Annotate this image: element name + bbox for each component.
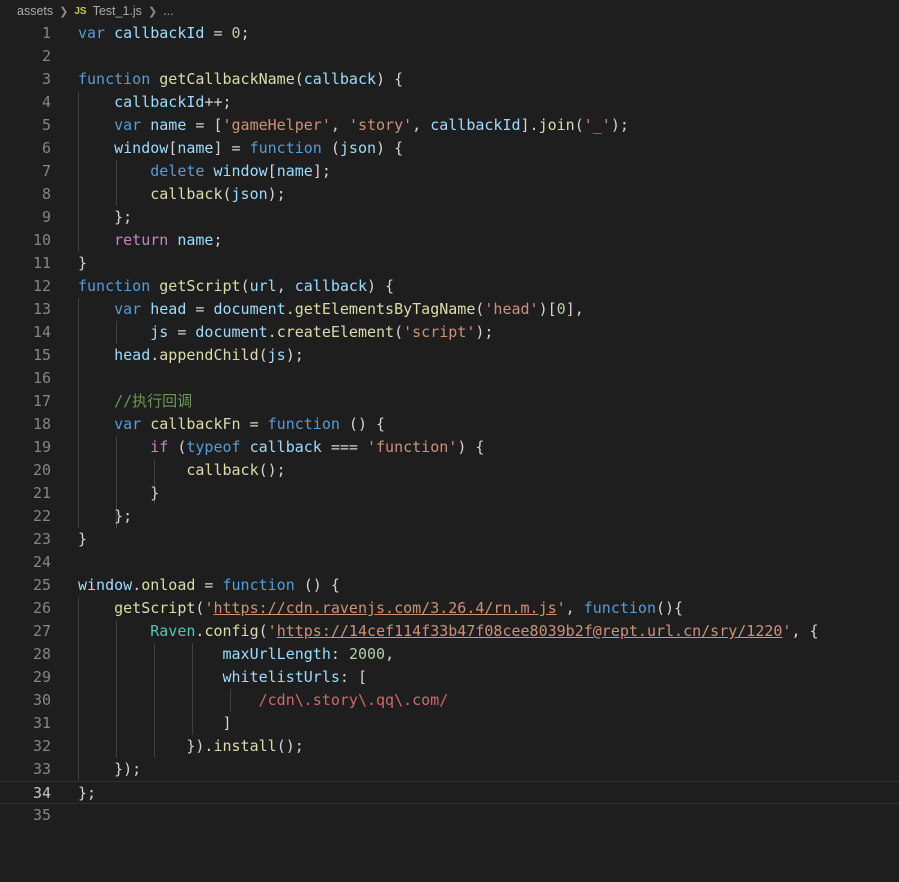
- line-number: 2: [41, 47, 51, 65]
- line-number: 35: [32, 806, 51, 824]
- line-number: 22: [32, 507, 51, 525]
- line-number: 27: [32, 622, 51, 640]
- line-number: 28: [32, 645, 51, 663]
- line-number: 6: [41, 139, 51, 157]
- line-number: 7: [41, 162, 51, 180]
- code-line[interactable]: 6 window[name] = function (json) {: [0, 137, 899, 160]
- breadcrumb-more[interactable]: ...: [163, 4, 173, 18]
- chevron-right-icon: ❯: [147, 5, 158, 18]
- code-line[interactable]: 4 callbackId++;: [0, 91, 899, 114]
- code-editor[interactable]: 1 var callbackId = 0; 2 3 function getCall…: [0, 22, 899, 882]
- code-line[interactable]: 14 js = document.createElement('script')…: [0, 321, 899, 344]
- line-number: 12: [32, 277, 51, 295]
- code-line[interactable]: 2: [0, 45, 899, 68]
- code-line[interactable]: 32 }).install();: [0, 735, 899, 758]
- code-line[interactable]: 16: [0, 367, 899, 390]
- code-line[interactable]: 26 getScript('https://cdn.ravenjs.com/3.…: [0, 597, 899, 620]
- line-number: 5: [41, 116, 51, 134]
- line-number: 30: [32, 691, 51, 709]
- line-number: 14: [32, 323, 51, 341]
- line-number: 1: [41, 24, 51, 42]
- line-number: 18: [32, 415, 51, 433]
- line-number: 11: [32, 254, 51, 272]
- code-line[interactable]: 19 if (typeof callback === 'function') {: [0, 436, 899, 459]
- line-number: 4: [41, 93, 51, 111]
- code-line[interactable]: 9 };: [0, 206, 899, 229]
- code-line[interactable]: 5 var name = ['gameHelper', 'story', cal…: [0, 114, 899, 137]
- line-number: 8: [41, 185, 51, 203]
- code-line[interactable]: 29 whitelistUrls: [: [0, 666, 899, 689]
- code-line[interactable]: 20 callback();: [0, 459, 899, 482]
- line-number: 32: [32, 737, 51, 755]
- line-number: 24: [32, 553, 51, 571]
- code-line-current[interactable]: 34};: [0, 781, 899, 804]
- code-line[interactable]: 3 function getCallbackName(callback) {: [0, 68, 899, 91]
- code-line[interactable]: 7 delete window[name];: [0, 160, 899, 183]
- code-line[interactable]: 8 callback(json);: [0, 183, 899, 206]
- breadcrumb-folder[interactable]: assets: [17, 4, 53, 18]
- breadcrumb-file[interactable]: Test_1.js: [93, 4, 142, 18]
- code-line[interactable]: 33 });: [0, 758, 899, 781]
- chevron-right-icon: ❯: [59, 5, 69, 18]
- code-line[interactable]: 1 var callbackId = 0;: [0, 22, 899, 45]
- code-line[interactable]: 23}: [0, 528, 899, 551]
- code-line[interactable]: 17 //执行回调: [0, 390, 899, 413]
- javascript-file-icon: JS: [74, 5, 87, 17]
- line-number: 29: [32, 668, 51, 686]
- code-line[interactable]: 15 head.appendChild(js);: [0, 344, 899, 367]
- code-line[interactable]: 13 var head = document.getElementsByTagN…: [0, 298, 899, 321]
- line-number: 20: [32, 461, 51, 479]
- line-number: 25: [32, 576, 51, 594]
- code-line[interactable]: 30 /cdn\.story\.qq\.com/: [0, 689, 899, 712]
- line-number: 23: [32, 530, 51, 548]
- line-number: 34: [32, 784, 51, 802]
- code-line[interactable]: 10 return name;: [0, 229, 899, 252]
- line-number: 17: [32, 392, 51, 410]
- code-line[interactable]: 21 }: [0, 482, 899, 505]
- line-number: 26: [32, 599, 51, 617]
- code-line[interactable]: 12 function getScript(url, callback) {: [0, 275, 899, 298]
- code-line[interactable]: 28 maxUrlLength: 2000,: [0, 643, 899, 666]
- code-line[interactable]: 25 window.onload = function () {: [0, 574, 899, 597]
- line-number: 10: [32, 231, 51, 249]
- breadcrumb: assets ❯ JS Test_1.js ❯ ...: [0, 0, 899, 22]
- code-line[interactable]: 24: [0, 551, 899, 574]
- line-number: 33: [32, 760, 51, 778]
- code-line[interactable]: 27 Raven.config('https://14cef114f33b47f…: [0, 620, 899, 643]
- line-number: 19: [32, 438, 51, 456]
- code-line[interactable]: 35: [0, 804, 899, 827]
- line-number: 31: [32, 714, 51, 732]
- line-number: 3: [41, 70, 51, 88]
- code-line[interactable]: 18 var callbackFn = function () {: [0, 413, 899, 436]
- code-line[interactable]: 22 };: [0, 505, 899, 528]
- line-number: 13: [32, 300, 51, 318]
- code-line[interactable]: 11}: [0, 252, 899, 275]
- line-number: 9: [41, 208, 51, 226]
- code-line[interactable]: 31 ]: [0, 712, 899, 735]
- line-number: 15: [32, 346, 51, 364]
- line-number: 16: [32, 369, 51, 387]
- line-number: 21: [32, 484, 51, 502]
